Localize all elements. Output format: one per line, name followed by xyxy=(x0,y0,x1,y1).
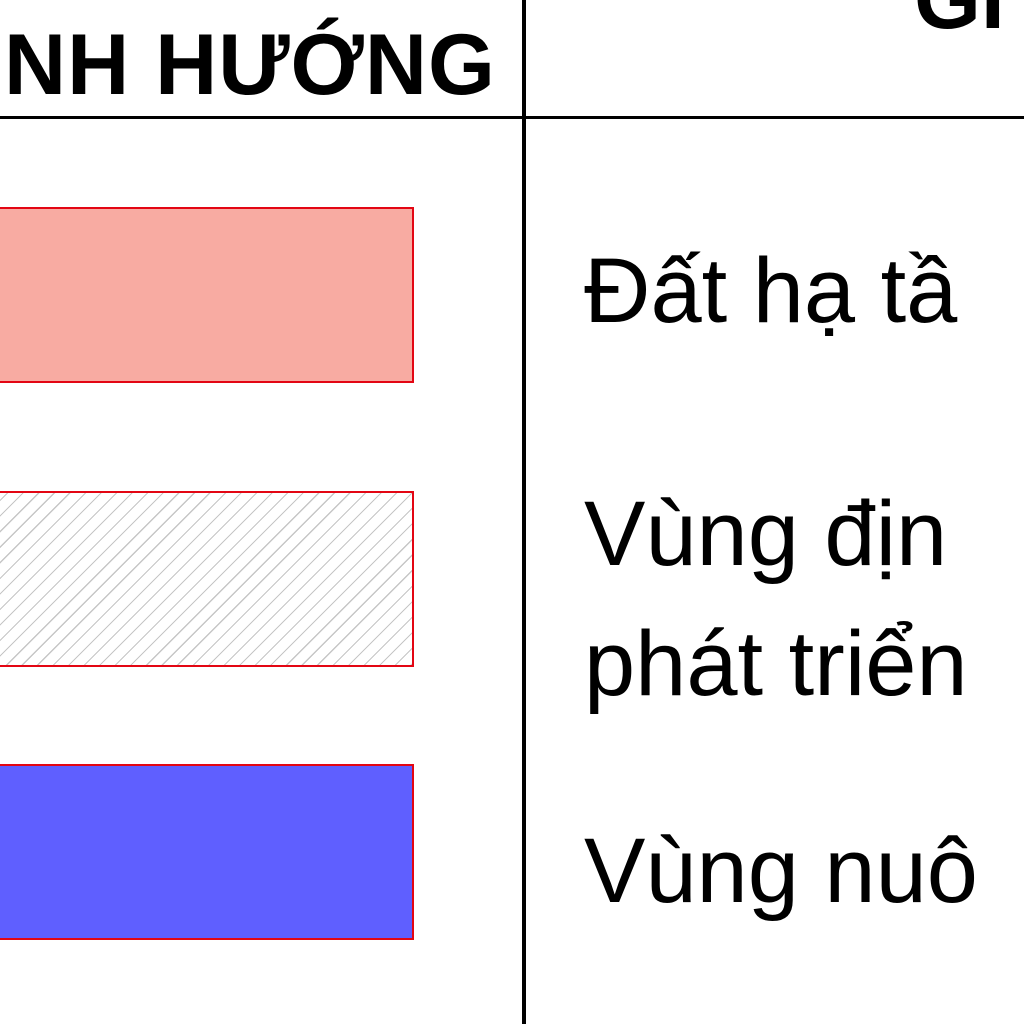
legend-label-water-zone: Vùng nuô xyxy=(584,806,978,936)
legend-swatch-development-zone xyxy=(0,491,414,667)
legend-table-page: NH HƯỚNG GI Đất hạ tầ Vùng địn phát triể… xyxy=(0,0,1024,1024)
legend-swatch-infrastructure xyxy=(0,207,414,383)
legend-swatch-water-zone xyxy=(0,764,414,940)
orientation-column-header: NH HƯỚNG xyxy=(4,17,496,113)
legend-label-line: Vùng địn xyxy=(584,483,948,585)
header-divider xyxy=(0,116,1024,119)
column-divider xyxy=(522,0,526,1024)
explanation-column-header: GI xyxy=(914,0,1005,42)
legend-label-infrastructure: Đất hạ tầ xyxy=(584,226,957,356)
legend-label-line: phát triển xyxy=(584,613,968,715)
legend-label-line: Đất hạ tầ xyxy=(584,240,958,342)
legend-label-development-zone: Vùng địn phát triển xyxy=(584,469,968,729)
legend-label-line: Vùng nuô xyxy=(584,820,978,922)
